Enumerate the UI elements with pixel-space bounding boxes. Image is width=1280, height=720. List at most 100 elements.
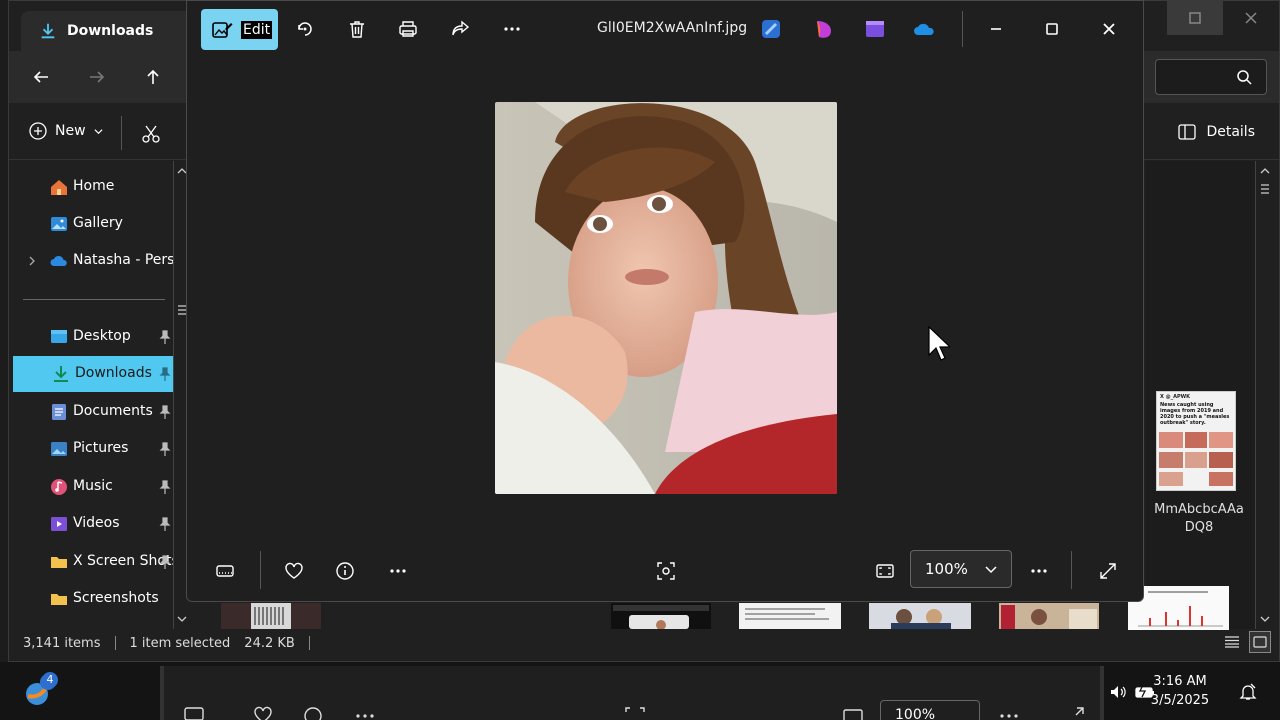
scroll-up-icon[interactable] bbox=[1259, 165, 1271, 177]
file-thumbnail[interactable] bbox=[999, 603, 1099, 629]
list-view-icon bbox=[1225, 636, 1239, 648]
paint-app-icon[interactable] bbox=[759, 17, 783, 41]
bottom-more-button[interactable] bbox=[386, 559, 410, 583]
search-input[interactable] bbox=[1155, 59, 1267, 95]
clipchamp-app-icon[interactable] bbox=[863, 17, 887, 41]
sidebar-item-x-screen-shots[interactable]: X Screen Shots bbox=[11, 544, 173, 580]
view-toggle bbox=[1221, 631, 1271, 653]
details-label: Details bbox=[1206, 124, 1255, 140]
print-button[interactable] bbox=[396, 17, 420, 41]
status-separator bbox=[308, 636, 310, 650]
explorer-close-button[interactable] bbox=[1223, 1, 1279, 35]
download-icon bbox=[41, 23, 55, 39]
scroll-thumb-icon[interactable] bbox=[1259, 183, 1271, 195]
pin-icon[interactable] bbox=[159, 480, 171, 494]
info-icon bbox=[304, 707, 322, 720]
sidebar-item-pictures[interactable]: Pictures bbox=[11, 431, 173, 467]
file-list-scrollbar[interactable] bbox=[1255, 161, 1273, 629]
maximize-button[interactable] bbox=[1040, 17, 1064, 41]
navigation-pane: Home Gallery Natasha - Personal Desktop … bbox=[11, 161, 187, 629]
file-thumbnail[interactable] bbox=[869, 603, 971, 629]
selection-status: 1 item selected bbox=[129, 635, 231, 651]
sidebar-item-videos[interactable]: Videos bbox=[11, 506, 173, 542]
sidebar-item-desktop[interactable]: Desktop bbox=[11, 319, 173, 355]
chevron-right-icon[interactable] bbox=[25, 254, 39, 268]
expand-icon bbox=[1100, 563, 1116, 579]
thumbnail-graphic bbox=[745, 608, 829, 620]
expand-icon bbox=[1075, 707, 1084, 716]
sidebar-item-documents[interactable]: Documents bbox=[11, 394, 173, 430]
volume-icon[interactable] bbox=[1108, 682, 1128, 702]
ghost-zoom-value: 100% bbox=[880, 700, 980, 720]
details-button[interactable]: Details bbox=[1178, 124, 1255, 140]
scroll-thumb-icon[interactable] bbox=[178, 305, 186, 315]
file-name: GlI0EM2XwAAnInf.jpg bbox=[597, 20, 748, 36]
zoom-dropdown[interactable]: 100% bbox=[910, 550, 1012, 588]
sidebar-item-home[interactable]: Home bbox=[11, 169, 173, 205]
sidebar-item-music[interactable]: Music bbox=[11, 469, 173, 505]
designer-app-icon[interactable] bbox=[811, 17, 835, 41]
share-button[interactable] bbox=[448, 17, 472, 41]
forward-button[interactable] bbox=[85, 65, 109, 89]
more-options-button[interactable] bbox=[500, 17, 524, 41]
pin-icon[interactable] bbox=[159, 330, 171, 344]
tab-downloads[interactable]: Downloads bbox=[21, 11, 201, 51]
tiles-view-icon bbox=[1253, 636, 1267, 648]
more-icon bbox=[356, 714, 374, 718]
sidebar-item-screenshots[interactable]: Screenshots bbox=[11, 581, 173, 617]
delete-button[interactable] bbox=[345, 17, 369, 41]
new-button[interactable]: New bbox=[29, 122, 103, 140]
sidebar-item-downloads[interactable]: Downloads bbox=[13, 356, 173, 392]
displayed-photo[interactable] bbox=[495, 102, 837, 494]
scroll-down-icon[interactable] bbox=[1259, 613, 1271, 625]
thumbnail-graphic bbox=[251, 603, 291, 629]
folder-icon bbox=[51, 594, 67, 605]
close-button[interactable] bbox=[1097, 17, 1121, 41]
thumbnail-graphic bbox=[1001, 605, 1097, 629]
filmstrip-button[interactable] bbox=[213, 559, 237, 583]
file-thumbnail[interactable] bbox=[611, 603, 711, 629]
pin-icon[interactable] bbox=[159, 442, 171, 456]
fullscreen-button[interactable] bbox=[1096, 559, 1120, 583]
onedrive-app-icon[interactable] bbox=[913, 17, 937, 41]
pin-icon[interactable] bbox=[159, 367, 171, 381]
pin-icon[interactable] bbox=[159, 555, 171, 569]
clock[interactable]: 3:16 AM 3/5/2025 bbox=[1144, 672, 1216, 710]
tiles-view-button[interactable] bbox=[1249, 631, 1271, 653]
file-thumbnail[interactable] bbox=[221, 603, 321, 629]
pin-icon[interactable] bbox=[159, 405, 171, 419]
up-button[interactable] bbox=[141, 65, 165, 89]
rotate-button[interactable] bbox=[293, 17, 317, 41]
notification-bell-icon[interactable] bbox=[1238, 682, 1258, 702]
scroll-down-icon[interactable] bbox=[176, 613, 188, 625]
explorer-maximize-button[interactable] bbox=[1167, 1, 1223, 35]
minimize-button[interactable] bbox=[984, 17, 1008, 41]
maximize-icon bbox=[1046, 23, 1058, 35]
search-icon bbox=[1237, 70, 1252, 85]
photos-toolbar: Edit GlI0EM2XwAAnInf.jpg bbox=[187, 1, 1143, 57]
visual-search-icon bbox=[657, 562, 675, 580]
pin-icon[interactable] bbox=[159, 517, 171, 531]
back-button[interactable] bbox=[29, 65, 53, 89]
visual-search-button[interactable] bbox=[654, 559, 678, 583]
scissors-icon[interactable] bbox=[141, 124, 161, 144]
edit-button[interactable]: Edit bbox=[201, 9, 278, 50]
file-name-caption[interactable]: MmAbcbcAAa DQ8 bbox=[1144, 501, 1254, 537]
taskbar-app-button[interactable]: 4 bbox=[22, 672, 58, 708]
folder-icon bbox=[51, 557, 67, 568]
details-view-button[interactable] bbox=[1221, 631, 1243, 653]
file-thumbnail[interactable] bbox=[739, 603, 841, 629]
sidebar-item-gallery[interactable]: Gallery bbox=[11, 206, 173, 242]
bottom-separator bbox=[1071, 551, 1072, 589]
thumbnail-photos-graphic bbox=[1159, 432, 1233, 486]
zoom-more-button[interactable] bbox=[1027, 559, 1051, 583]
fit-to-window-button[interactable] bbox=[873, 559, 897, 583]
mouse-cursor-icon bbox=[928, 326, 950, 361]
photos-bottom-bar: 100% bbox=[187, 549, 1143, 593]
file-thumbnail[interactable]: X @_APWK News caught using images from 2… bbox=[1156, 391, 1236, 491]
favorite-button[interactable] bbox=[282, 559, 306, 583]
download-icon bbox=[54, 366, 68, 382]
arrow-up-icon bbox=[147, 69, 159, 84]
sidebar-item-onedrive[interactable]: Natasha - Personal bbox=[11, 243, 173, 279]
info-button[interactable] bbox=[333, 559, 357, 583]
